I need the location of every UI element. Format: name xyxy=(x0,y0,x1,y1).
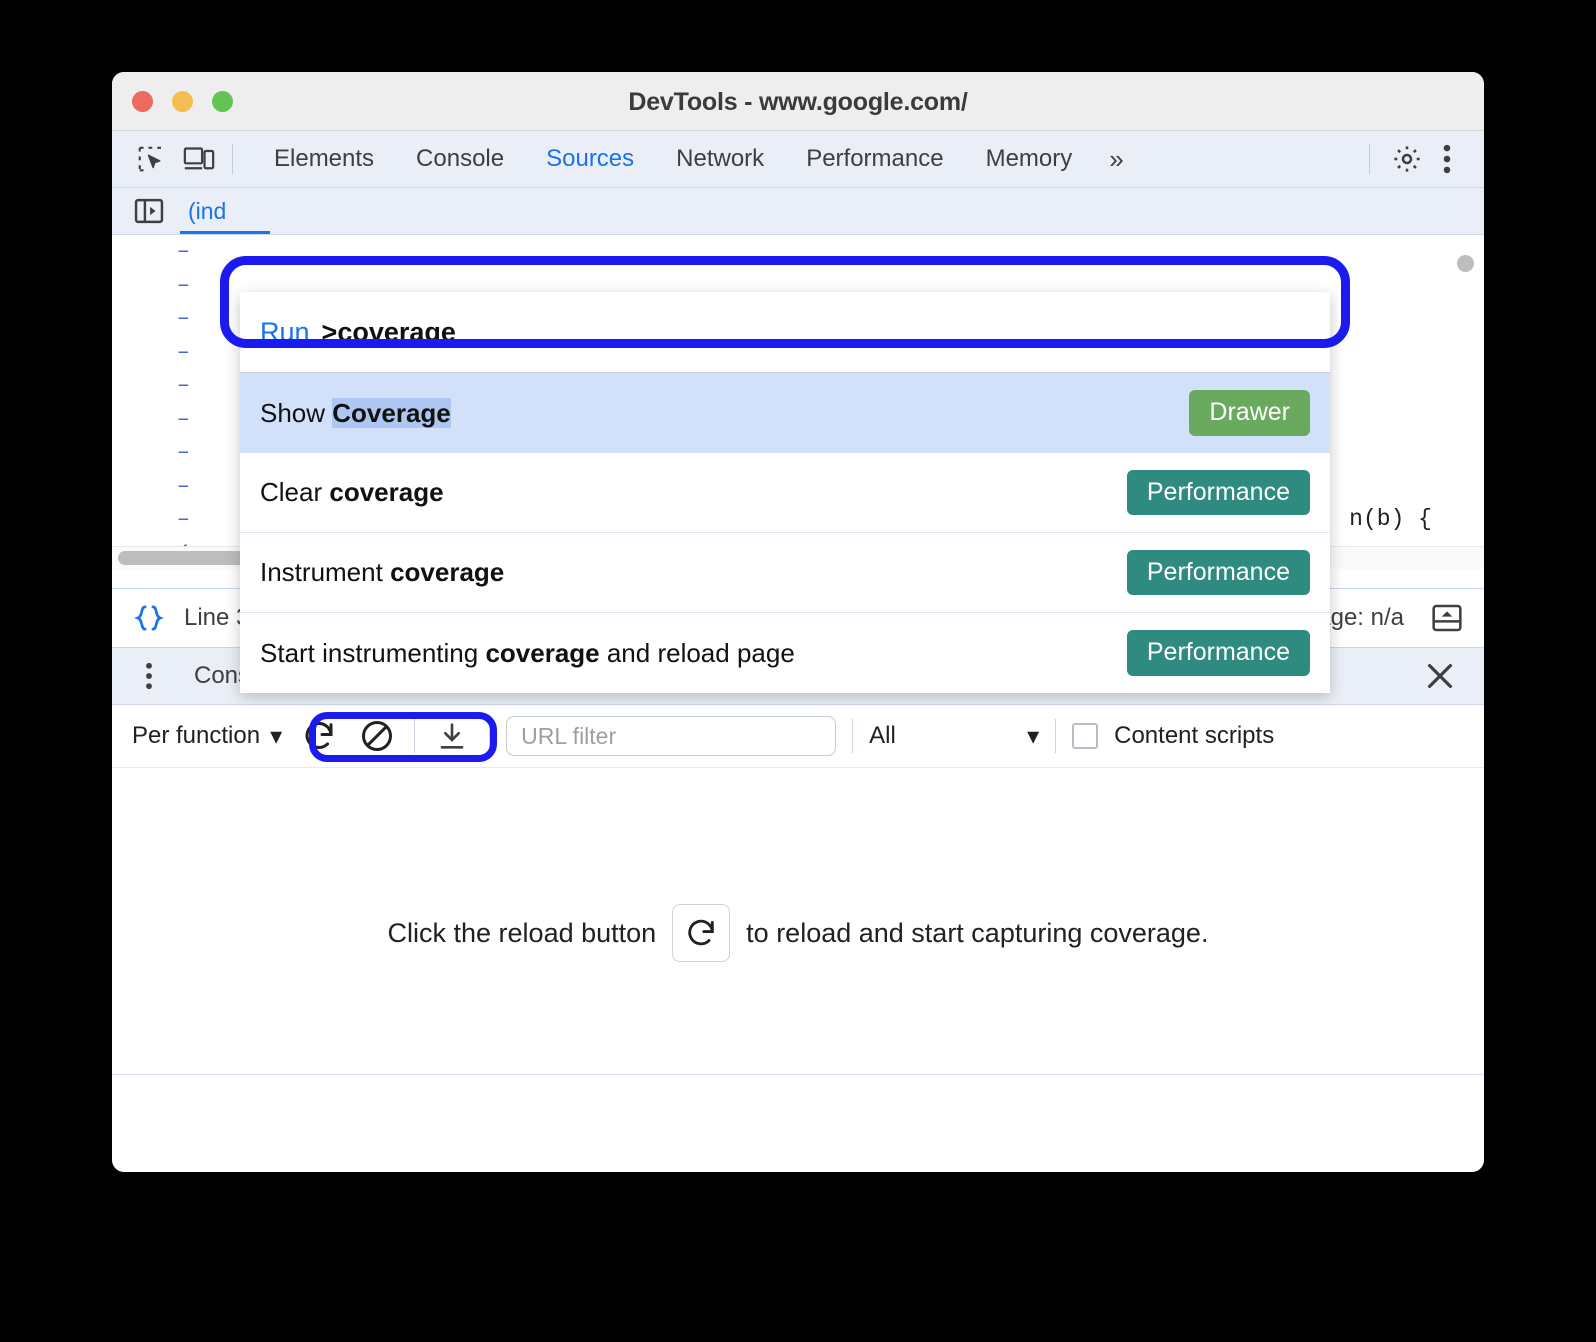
more-tabs-chevron-icon[interactable]: » xyxy=(1093,131,1139,187)
download-export-icon[interactable] xyxy=(431,715,473,757)
sources-panel: (ind – – – – – – – – – 4 – xyxy=(112,188,1484,693)
palette-item-badge: Performance xyxy=(1126,630,1310,676)
clear-all-icon[interactable] xyxy=(356,715,398,757)
chevron-down-icon: ▾ xyxy=(1027,722,1040,750)
drawer-footer xyxy=(112,1075,1484,1115)
palette-item-label: Instrument coverage xyxy=(260,557,505,587)
line-number: – xyxy=(176,272,190,298)
kebab-menu-icon[interactable] xyxy=(1430,142,1464,176)
line-number: – xyxy=(176,507,190,532)
command-palette-query: >coverage xyxy=(321,316,456,347)
window-titlebar: DevTools - www.google.com/ xyxy=(112,72,1484,131)
device-toolbar-icon[interactable] xyxy=(182,142,216,176)
drawer-close-button[interactable] xyxy=(1424,660,1464,692)
line-number: – xyxy=(176,440,190,465)
chevron-down-icon: ▾ xyxy=(270,722,283,750)
screenshot-root: DevTools - www.google.com/ Elements Cons… xyxy=(0,0,1596,1342)
toolbar-right-icons xyxy=(1369,131,1484,187)
command-palette[interactable]: Run >coverage Show Coverage Drawer Clear… xyxy=(240,292,1330,693)
coverage-results-area: Click the reload button to reload and st… xyxy=(112,768,1484,1075)
line-number: – xyxy=(176,473,190,499)
line-number: – xyxy=(176,239,190,264)
coverage-empty-message-before: Click the reload button xyxy=(387,917,657,948)
line-number: – xyxy=(176,306,190,331)
window-title: DevTools - www.google.com/ xyxy=(628,88,968,116)
command-palette-prompt[interactable]: Run >coverage xyxy=(240,292,1330,372)
type-filter-select[interactable]: All ▾ xyxy=(869,722,1039,751)
granularity-label: Per function xyxy=(132,722,261,749)
reload-icon xyxy=(672,904,731,962)
devtools-main-toolbar: Elements Console Sources Network Perform… xyxy=(112,131,1484,188)
tab-memory[interactable]: Memory xyxy=(965,131,1094,187)
tab-console[interactable]: Console xyxy=(395,131,525,187)
palette-item-clear-coverage[interactable]: Clear coverage Performance xyxy=(240,453,1330,533)
palette-item-badge: Performance xyxy=(1126,469,1310,516)
toolbar-divider xyxy=(1055,719,1057,753)
toolbar-divider xyxy=(414,719,416,753)
file-tab-index[interactable]: (ind xyxy=(179,188,272,234)
palette-item-badge: Drawer xyxy=(1189,390,1310,436)
file-tabbar: (ind xyxy=(112,188,1484,235)
panel-tabs: Elements Console Sources Network Perform… xyxy=(253,131,1140,187)
coverage-toolbar: Per function ▾ URL filter All ▾ Content … xyxy=(112,705,1484,768)
coverage-empty-message-after: to reload and start capturing coverage. xyxy=(746,917,1209,948)
inspect-element-icon[interactable] xyxy=(134,142,168,176)
url-filter-input[interactable] xyxy=(506,716,837,756)
palette-item-show-coverage[interactable]: Show Coverage Drawer xyxy=(240,373,1330,453)
line-number: – xyxy=(176,406,190,432)
toolbar-left-icons xyxy=(112,131,232,187)
toolbar-divider xyxy=(489,719,491,753)
tab-performance[interactable]: Performance xyxy=(785,131,964,187)
reload-icon[interactable] xyxy=(298,715,340,757)
toolbar-divider xyxy=(232,144,233,174)
palette-item-label: Show Coverage xyxy=(260,397,451,428)
tab-elements[interactable]: Elements xyxy=(253,131,395,187)
command-palette-results: Show Coverage Drawer Clear coverage Perf… xyxy=(240,372,1330,693)
gear-icon[interactable] xyxy=(1390,142,1424,176)
show-navigator-icon[interactable] xyxy=(132,194,166,228)
granularity-select[interactable]: Per function ▾ xyxy=(132,722,282,751)
pretty-print-braces-icon[interactable] xyxy=(132,601,166,635)
show-drawer-icon[interactable] xyxy=(1430,601,1464,635)
line-number: – xyxy=(176,373,190,398)
toolbar-divider-right xyxy=(1369,144,1370,174)
type-filter-value: All xyxy=(869,722,896,749)
content-scripts-checkbox[interactable] xyxy=(1072,723,1099,749)
palette-item-label: Start instrumenting coverage and reload … xyxy=(260,637,795,668)
devtools-window: DevTools - www.google.com/ Elements Cons… xyxy=(112,72,1484,1172)
palette-item-badge: Performance xyxy=(1126,549,1310,596)
editor-vertical-scrollbar[interactable] xyxy=(1457,255,1474,272)
line-number-gutter: – – – – – – – – – 4 – xyxy=(112,235,202,566)
coverage-empty-message: Click the reload button to reload and st… xyxy=(112,904,1484,962)
line-number: – xyxy=(176,339,190,365)
palette-item-instrument-coverage[interactable]: Instrument coverage Performance xyxy=(240,533,1330,613)
content-scripts-checkbox-row[interactable]: Content scripts xyxy=(1072,722,1274,750)
content-scripts-label: Content scripts xyxy=(1114,722,1275,749)
palette-item-start-instrumenting-coverage[interactable]: Start instrumenting coverage and reload … xyxy=(240,613,1330,693)
toolbar-divider xyxy=(852,719,854,753)
tab-network[interactable]: Network xyxy=(655,131,785,187)
command-palette-run-label: Run xyxy=(260,316,310,347)
code-fragment-signature: n(b) { xyxy=(1349,506,1432,532)
palette-item-label: Clear coverage xyxy=(260,477,444,507)
tab-sources[interactable]: Sources xyxy=(525,131,655,187)
kebab-menu-icon[interactable] xyxy=(132,662,166,690)
